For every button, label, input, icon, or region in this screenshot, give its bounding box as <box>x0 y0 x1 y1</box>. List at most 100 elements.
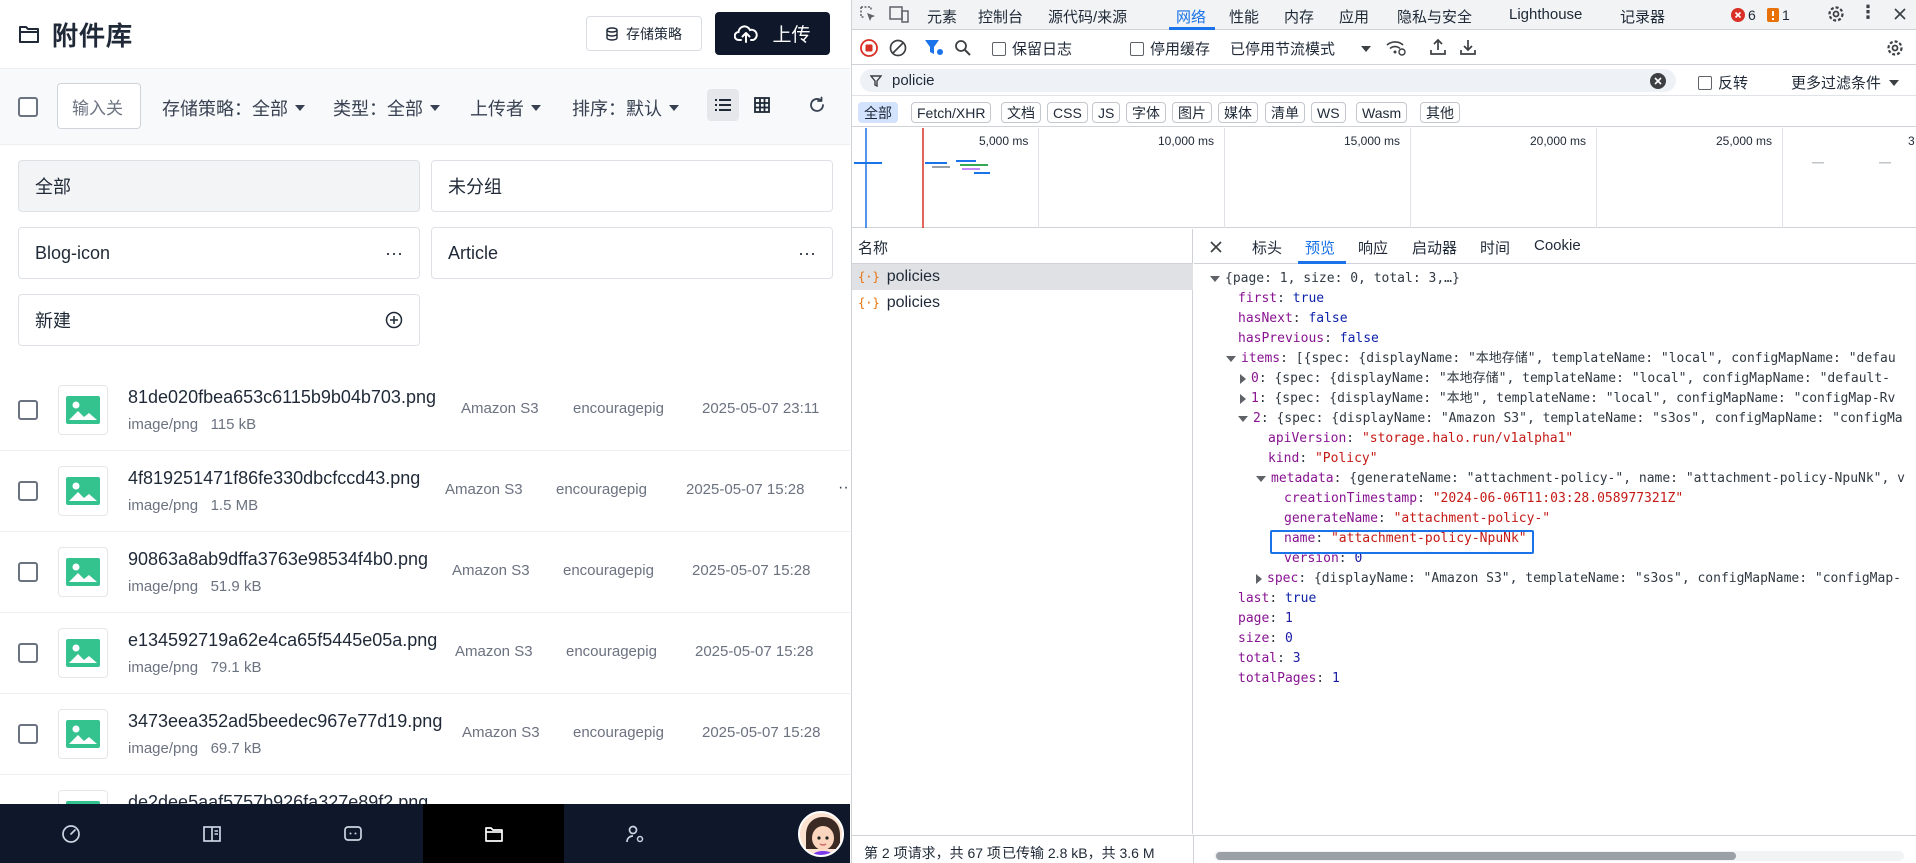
network-conditions-icon[interactable] <box>1385 39 1407 57</box>
type-filter-js[interactable]: JS <box>1092 102 1121 123</box>
type-filter-media[interactable]: 媒体 <box>1218 102 1258 123</box>
json-spec[interactable]: spec: {displayName: "Amazon S3", templat… <box>1256 569 1901 589</box>
nav-comments[interactable] <box>282 804 423 863</box>
warning-counter[interactable]: 1 <box>1767 7 1790 23</box>
type-filter-manifest[interactable]: 清单 <box>1265 102 1305 123</box>
image-thumbnail[interactable] <box>58 709 108 759</box>
tab-console[interactable]: 控制台 <box>978 6 1023 27</box>
tab-lighthouse[interactable]: Lighthouse <box>1509 6 1582 23</box>
group-all[interactable]: 全部 <box>18 160 420 212</box>
clear-icon[interactable] <box>889 39 907 57</box>
type-filter-font[interactable]: 字体 <box>1126 102 1166 123</box>
file-name[interactable]: e134592719a62e4ca65f5445e05a.png <box>128 630 437 651</box>
search-icon[interactable] <box>954 39 972 57</box>
tab-recorder[interactable]: 记录器 <box>1620 6 1665 27</box>
type-filter-wasm[interactable]: Wasm <box>1356 102 1408 123</box>
record-stop-icon[interactable] <box>860 39 878 57</box>
storage-policy-button[interactable]: 存储策略 <box>586 16 702 51</box>
tab-cookie[interactable]: Cookie <box>1534 237 1581 254</box>
file-row[interactable]: 4f819251471f86fe330dbcfccd43.png image/p… <box>0 451 850 532</box>
tab-network[interactable]: 网络 <box>1176 6 1206 27</box>
file-row[interactable]: 3473eea352ad5beedec967e77d19.png image/p… <box>0 694 850 775</box>
filter-storage-policy[interactable]: 存储策略：全部 <box>162 95 305 121</box>
tab-privacy-security[interactable]: 隐私与安全 <box>1397 6 1472 27</box>
json-item-1[interactable]: 1: {spec: {displayName: "本地", templateNa… <box>1240 389 1895 409</box>
nav-users[interactable] <box>564 804 705 863</box>
request-row[interactable]: {·} policies <box>852 290 1193 316</box>
image-thumbnail[interactable] <box>58 466 108 516</box>
select-all-checkbox[interactable] <box>18 97 38 117</box>
row-checkbox[interactable] <box>18 481 38 501</box>
invert-checkbox[interactable]: 反转 <box>1698 72 1748 93</box>
file-name[interactable]: 81de020fbea653c6115b9b04b703.png <box>128 387 436 408</box>
preserve-log-checkbox[interactable]: 保留日志 <box>992 38 1072 59</box>
tab-headers[interactable]: 标头 <box>1252 237 1282 258</box>
tab-response[interactable]: 响应 <box>1358 237 1388 258</box>
file-row[interactable]: e134592719a62e4ca65f5445e05a.png image/p… <box>0 613 850 694</box>
inspect-icon[interactable] <box>860 6 877 23</box>
kebab-menu-icon[interactable]: ⋮ <box>1859 2 1877 23</box>
filter-uploader[interactable]: 上传者 <box>470 95 541 121</box>
file-name[interactable]: 3473eea352ad5beedec967e77d19.png <box>128 711 442 732</box>
filter-sort[interactable]: 排序：默认 <box>572 95 679 121</box>
request-row[interactable]: {·} policies <box>852 264 1193 290</box>
more-filters-dropdown[interactable]: 更多过滤条件 <box>1791 72 1900 93</box>
more-icon[interactable]: ··· <box>798 243 816 264</box>
type-filter-other[interactable]: 其他 <box>1420 102 1460 123</box>
group-ungrouped[interactable]: 未分组 <box>431 160 833 212</box>
scrollbar-thumb[interactable] <box>1216 852 1736 860</box>
grid-view-button[interactable] <box>746 89 778 121</box>
export-har-icon[interactable] <box>1459 38 1477 56</box>
file-name[interactable]: 90863a8ab9dffa3763e98534f4b0.png <box>128 549 428 570</box>
tab-initiator[interactable]: 启动器 <box>1412 237 1457 258</box>
tab-preview[interactable]: 预览 <box>1305 237 1335 258</box>
type-filter-doc[interactable]: 文档 <box>1001 102 1041 123</box>
row-checkbox[interactable] <box>18 724 38 744</box>
file-row[interactable]: 90863a8ab9dffa3763e98534f4b0.png image/p… <box>0 532 850 613</box>
json-item-0[interactable]: 0: {spec: {displayName: "本地存储", template… <box>1240 369 1890 389</box>
avatar[interactable] <box>798 811 844 857</box>
import-har-icon[interactable] <box>1429 38 1447 56</box>
keyword-input[interactable]: 输入关 <box>57 83 141 129</box>
nav-posts[interactable] <box>141 804 282 863</box>
type-filter-ws[interactable]: WS <box>1311 102 1346 123</box>
file-row[interactable]: 81de020fbea653c6115b9b04b703.png image/p… <box>0 370 850 451</box>
row-more-button[interactable]: ··· <box>838 479 850 497</box>
json-root[interactable]: {page: 1, size: 0, total: 3,…} <box>1210 269 1460 289</box>
row-checkbox[interactable] <box>18 562 38 582</box>
settings-gear-icon[interactable] <box>1826 4 1846 24</box>
tab-performance[interactable]: 性能 <box>1229 6 1259 27</box>
type-filter-fetch-xhr[interactable]: Fetch/XHR <box>911 102 992 123</box>
type-filter-css[interactable]: CSS <box>1047 102 1088 123</box>
nav-dashboard[interactable] <box>0 804 141 863</box>
json-item-2[interactable]: 2: {spec: {displayName: "Amazon S3", tem… <box>1238 409 1903 429</box>
row-checkbox[interactable] <box>18 643 38 663</box>
type-filter-img[interactable]: 图片 <box>1172 102 1212 123</box>
error-counter[interactable]: 6 <box>1731 7 1756 23</box>
device-toggle-icon[interactable] <box>889 6 909 23</box>
disable-cache-checkbox[interactable]: 停用缓存 <box>1130 38 1210 59</box>
group-article[interactable]: Article ··· <box>431 227 833 279</box>
tab-timing[interactable]: 时间 <box>1480 237 1510 258</box>
close-icon[interactable] <box>1893 7 1907 21</box>
network-settings-gear-icon[interactable] <box>1885 38 1905 58</box>
image-thumbnail[interactable] <box>58 547 108 597</box>
filter-funnel-icon[interactable] <box>924 39 944 57</box>
more-icon[interactable]: ··· <box>385 243 403 264</box>
group-new[interactable]: 新建 <box>18 294 420 346</box>
list-view-button[interactable] <box>707 89 739 121</box>
image-thumbnail[interactable] <box>58 385 108 435</box>
filter-input[interactable]: policie <box>860 69 1676 92</box>
file-name[interactable]: 4f819251471f86fe330dbcfccd43.png <box>128 468 420 489</box>
refresh-button[interactable] <box>801 89 833 121</box>
upload-button[interactable]: 上传 <box>715 12 830 55</box>
horizontal-scrollbar[interactable] <box>1214 851 1904 861</box>
nav-attachments[interactable] <box>423 804 564 863</box>
tab-elements[interactable]: 元素 <box>927 6 957 27</box>
image-thumbnail[interactable] <box>58 628 108 678</box>
close-detail-icon[interactable] <box>1209 240 1223 254</box>
request-list-header[interactable]: 名称 <box>852 229 1193 264</box>
tab-memory[interactable]: 内存 <box>1284 6 1314 27</box>
type-filter-all[interactable]: 全部 <box>858 102 898 123</box>
json-metadata[interactable]: metadata: {generateName: "attachment-pol… <box>1256 469 1905 489</box>
